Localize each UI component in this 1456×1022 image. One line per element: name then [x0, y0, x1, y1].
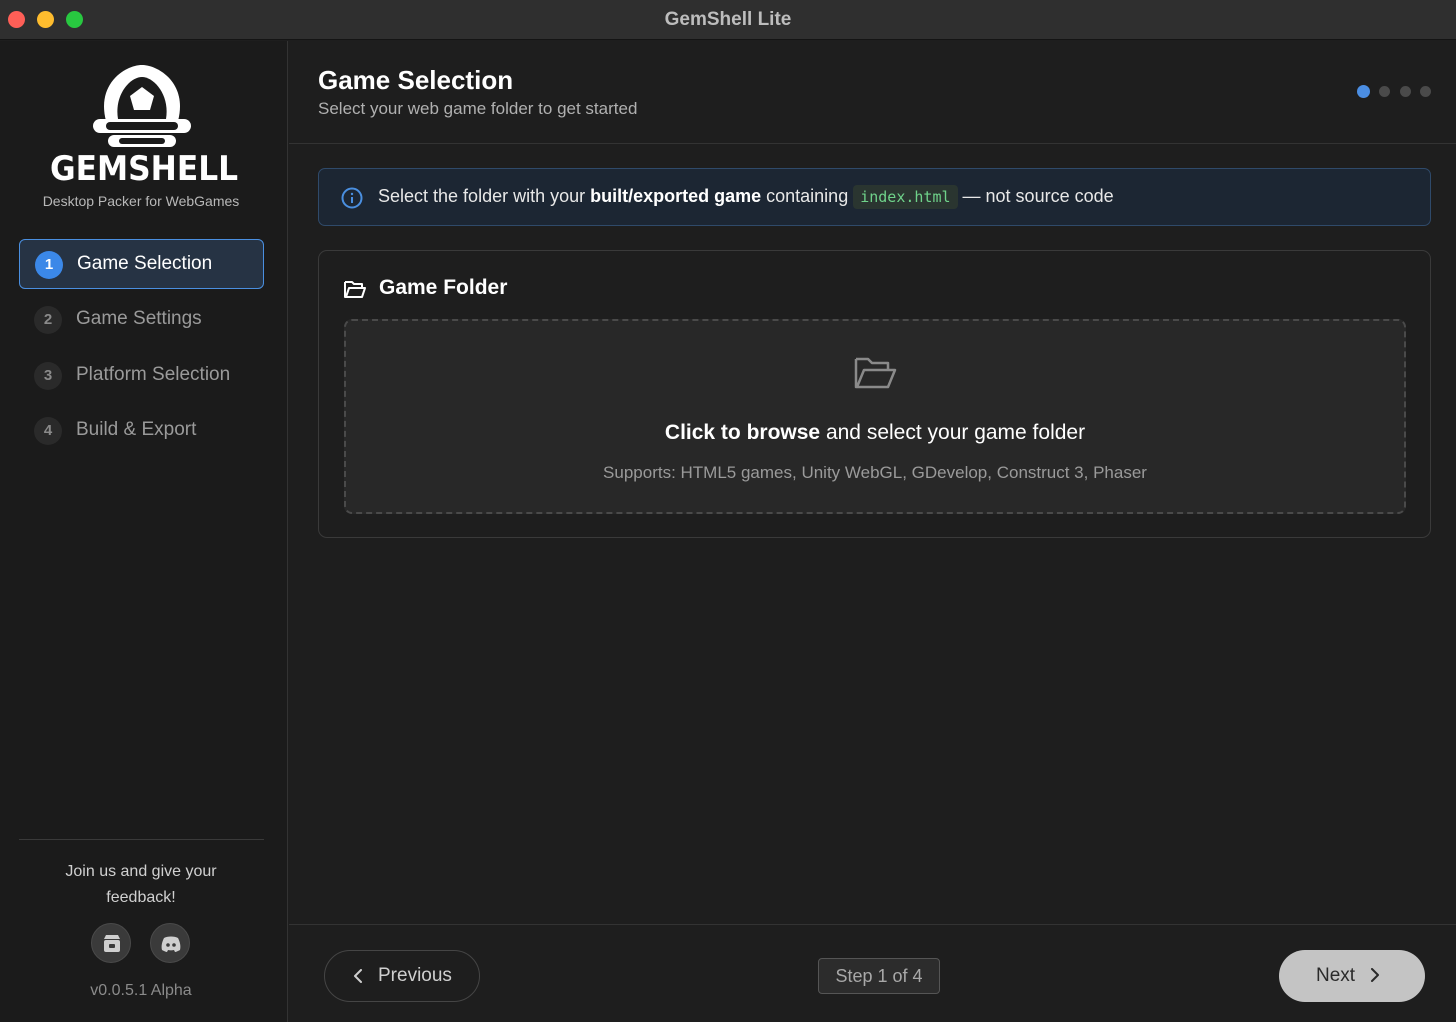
chevron-left-icon — [354, 969, 362, 983]
sidebar-item-label: Game Settings — [76, 308, 202, 329]
discord-link-button[interactable] — [150, 923, 190, 963]
progress-dot-2 — [1379, 86, 1390, 97]
folder-open-icon — [854, 357, 897, 389]
footer-bar: Previous Step 1 of 4 Next — [289, 924, 1456, 1022]
progress-dot-4 — [1420, 86, 1431, 97]
card-title: Game Folder — [379, 276, 508, 299]
folder-open-icon — [344, 281, 366, 298]
folder-dropzone[interactable]: Click to browse and select your game fol… — [344, 319, 1406, 514]
feedback-text: Join us and give your feedback! — [65, 863, 217, 906]
version-label: v0.0.5.1 Alpha — [90, 982, 192, 999]
sidebar-item-label: Platform Selection — [76, 364, 231, 385]
chevron-right-icon — [1371, 968, 1379, 982]
sidebar-item-build-export[interactable]: 4 Build & Export — [19, 406, 264, 456]
code-snippet: index.html — [853, 185, 958, 209]
previous-label: Previous — [378, 965, 452, 986]
sidebar-item-game-settings[interactable]: 2 Game Settings — [19, 295, 264, 345]
progress-dot-3 — [1400, 86, 1411, 97]
progress-dot-1 — [1357, 85, 1370, 98]
page-header: Game Selection Select your web game fold… — [289, 41, 1456, 144]
store-link-button[interactable] — [91, 923, 131, 963]
info-icon — [341, 187, 363, 209]
sidebar-divider — [19, 839, 264, 840]
tagline: Desktop Packer for WebGames — [42, 193, 240, 209]
sidebar-item-platform-selection[interactable]: 3 Platform Selection — [19, 351, 264, 401]
next-button[interactable]: Next — [1279, 950, 1425, 1002]
step-indicator: Step 1 of 4 — [818, 958, 940, 994]
store-icon — [104, 935, 120, 952]
sidebar-item-game-selection[interactable]: 1 Game Selection — [19, 239, 264, 289]
game-folder-card: Game Folder Click to browse and select y… — [318, 250, 1431, 538]
previous-button[interactable]: Previous — [324, 950, 480, 1002]
sidebar-item-label: Game Selection — [77, 253, 213, 274]
dropzone-instruction: Click to browse and select your game fol… — [664, 421, 1086, 444]
supported-engines: Supports: HTML5 games, Unity WebGL, GDev… — [603, 463, 1147, 482]
step-number-badge: 1 — [35, 251, 63, 279]
turtle-shell-logo-icon — [93, 65, 191, 147]
logo-text: GEMSHELL — [49, 149, 239, 189]
next-label: Next — [1316, 965, 1356, 986]
title-bar: GemShell Lite — [0, 0, 1456, 40]
sidebar-item-label: Build & Export — [76, 419, 197, 440]
step-number-badge: 3 — [34, 362, 62, 390]
page-subtitle: Select your web game folder to get start… — [318, 99, 638, 118]
step-number-badge: 4 — [34, 417, 62, 445]
step-number-badge: 2 — [34, 306, 62, 334]
sidebar: GEMSHELL Desktop Packer for WebGames 1 G… — [0, 41, 288, 1022]
window-title: GemShell Lite — [664, 9, 792, 30]
info-banner: Select the folder with your built/export… — [318, 168, 1431, 226]
info-text: Select the folder with your built/export… — [378, 185, 1114, 209]
page-title: Game Selection — [318, 65, 514, 95]
discord-icon — [161, 936, 181, 952]
